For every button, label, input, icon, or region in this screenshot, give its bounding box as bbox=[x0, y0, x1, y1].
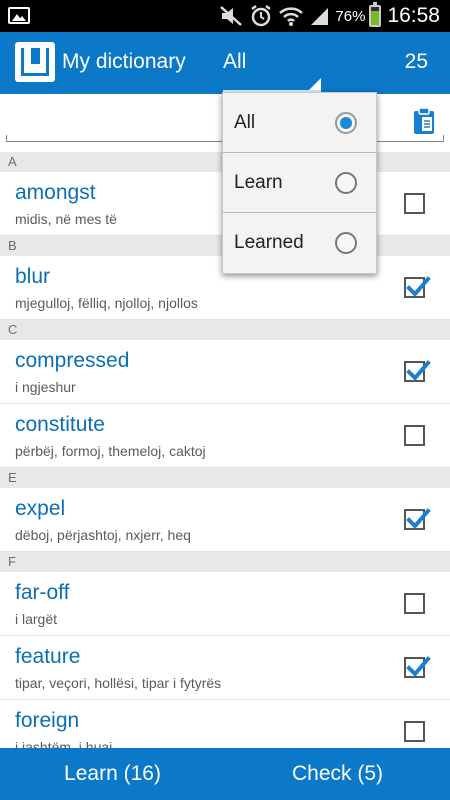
word-count: 25 bbox=[404, 50, 428, 73]
spinner-triangle-icon bbox=[309, 78, 321, 90]
signal-icon bbox=[309, 6, 329, 26]
translation-label: tipar, veçori, hollësi, tipar i fytyrës bbox=[15, 675, 222, 691]
word-label: feature bbox=[15, 645, 81, 668]
translation-label: i ngjeshur bbox=[15, 379, 76, 395]
filter-option-label: All bbox=[234, 112, 256, 133]
translation-label: mjegulloj, fëlliq, njolloj, njollos bbox=[15, 295, 198, 311]
clipboard-icon[interactable] bbox=[412, 106, 436, 141]
list-item[interactable]: compressed i ngjeshur bbox=[0, 340, 450, 404]
translation-label: midis, në mes të bbox=[15, 211, 117, 227]
learned-checkbox[interactable] bbox=[404, 425, 425, 446]
learned-checkbox[interactable] bbox=[404, 593, 425, 614]
list-item[interactable]: constitute përbëj, formoj, themeloj, cakt… bbox=[0, 404, 450, 468]
app-title: My dictionary bbox=[62, 50, 186, 73]
action-bar: My dictionary All 25 bbox=[0, 32, 450, 94]
word-label: foreign bbox=[15, 709, 80, 732]
translation-label: i largët bbox=[15, 611, 58, 627]
checkmark-icon bbox=[406, 656, 431, 677]
filter-option-learned[interactable]: Learned bbox=[223, 213, 376, 273]
checkmark-icon bbox=[406, 276, 431, 297]
filter-spinner[interactable]: All bbox=[223, 50, 321, 92]
list-item[interactable]: far-off i largët bbox=[0, 572, 450, 636]
word-label: far-off bbox=[15, 581, 70, 604]
section-header: E bbox=[0, 468, 450, 488]
list-item[interactable]: expel dëboj, përjashtoj, nxjerr, heq bbox=[0, 488, 450, 552]
word-label: amongst bbox=[15, 181, 96, 204]
mute-icon bbox=[219, 5, 243, 27]
word-label: compressed bbox=[15, 349, 130, 372]
checkmark-icon bbox=[406, 360, 431, 381]
battery-icon bbox=[369, 2, 382, 27]
learned-checkbox[interactable] bbox=[404, 360, 431, 382]
filter-option-label: Learned bbox=[234, 232, 304, 253]
section-header: F bbox=[0, 552, 450, 572]
learned-checkbox[interactable] bbox=[404, 721, 425, 742]
list-item[interactable]: feature tipar, veçori, hollësi, tipar i f… bbox=[0, 636, 450, 700]
dictionary-app-icon[interactable] bbox=[15, 42, 55, 82]
status-icons: 76% 16:58 bbox=[219, 0, 450, 32]
learned-checkbox[interactable] bbox=[404, 276, 431, 298]
translation-label: përbëj, formoj, themeloj, caktoj bbox=[15, 443, 206, 459]
battery-percent: 76% bbox=[335, 7, 366, 25]
filter-selected-label: All bbox=[223, 50, 247, 73]
radio-button[interactable] bbox=[335, 112, 357, 134]
image-notification-icon bbox=[8, 7, 30, 24]
filter-option-all[interactable]: All bbox=[223, 93, 376, 153]
radio-button[interactable] bbox=[335, 172, 357, 194]
word-label: blur bbox=[15, 265, 51, 288]
check-button[interactable]: Check (5) bbox=[225, 748, 450, 800]
bottom-bar: Learn (16) Check (5) bbox=[0, 748, 450, 800]
radio-button[interactable] bbox=[335, 232, 357, 254]
filter-option-learn[interactable]: Learn bbox=[223, 153, 376, 213]
checkmark-icon bbox=[406, 508, 431, 529]
learned-checkbox[interactable] bbox=[404, 656, 431, 678]
learned-checkbox[interactable] bbox=[404, 508, 431, 530]
section-header: C bbox=[0, 320, 450, 340]
alarm-icon bbox=[249, 4, 273, 28]
wifi-icon bbox=[279, 5, 304, 27]
word-label: constitute bbox=[15, 413, 105, 436]
learned-checkbox[interactable] bbox=[404, 193, 425, 214]
learn-button[interactable]: Learn (16) bbox=[0, 748, 225, 800]
status-bar: 76% 16:58 bbox=[0, 0, 450, 32]
clock: 16:58 bbox=[387, 4, 440, 27]
filter-option-label: Learn bbox=[234, 172, 283, 193]
translation-label: dëboj, përjashtoj, nxjerr, heq bbox=[15, 527, 191, 543]
word-label: expel bbox=[15, 497, 66, 520]
filter-dropdown-menu: All Learn Learned bbox=[222, 92, 377, 274]
